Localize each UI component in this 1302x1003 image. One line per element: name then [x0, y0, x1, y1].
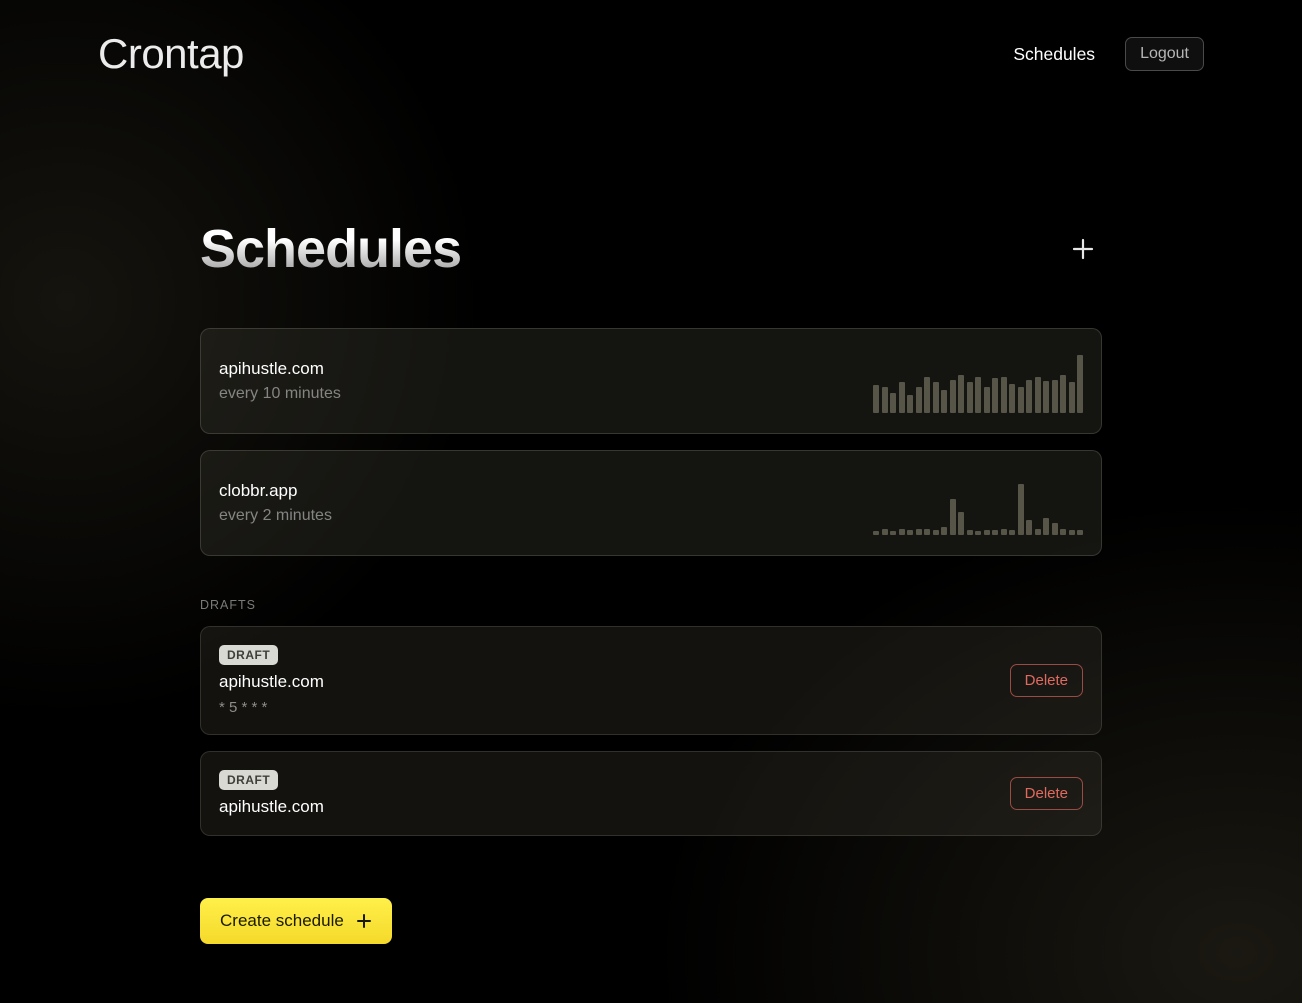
- schedule-card[interactable]: apihustle.com every 10 minutes: [200, 328, 1102, 434]
- spark-bar: [967, 530, 973, 535]
- spark-bar: [924, 529, 930, 535]
- spark-bar: [1069, 382, 1075, 413]
- spark-bar: [899, 382, 905, 413]
- schedule-frequency: every 10 minutes: [219, 385, 341, 403]
- schedule-info: clobbr.app every 2 minutes: [219, 481, 332, 525]
- spark-bar: [1052, 523, 1058, 535]
- spark-bar: [907, 395, 913, 413]
- spark-bar: [975, 377, 981, 413]
- spark-bar: [950, 499, 956, 535]
- spark-bar: [984, 530, 990, 535]
- drafts-section-label: DRAFTS: [200, 598, 1102, 612]
- spark-bar: [1026, 380, 1032, 413]
- spark-bar: [1035, 377, 1041, 413]
- nav: Schedules Logout: [1013, 37, 1204, 71]
- logout-button[interactable]: Logout: [1125, 37, 1204, 71]
- spark-bar: [890, 393, 896, 413]
- activity-sparkline: [873, 471, 1083, 535]
- main: Schedules apihustle.com every 10 minutes c…: [0, 78, 1302, 944]
- page-title: Schedules: [200, 218, 461, 280]
- draft-card[interactable]: DRAFT apihustle.com Delete: [200, 751, 1102, 836]
- spark-bar: [1009, 384, 1015, 413]
- header: Crontap Schedules Logout: [0, 0, 1302, 78]
- draft-badge: DRAFT: [219, 770, 278, 790]
- draft-name: apihustle.com: [219, 797, 324, 817]
- spark-bar: [941, 527, 947, 535]
- spark-bar: [958, 512, 964, 535]
- add-schedule-button[interactable]: [1064, 230, 1102, 268]
- spark-bar: [933, 530, 939, 535]
- delete-draft-button[interactable]: Delete: [1010, 777, 1083, 810]
- activity-sparkline: [873, 349, 1083, 413]
- spark-bar: [1060, 375, 1066, 413]
- spark-bar: [967, 382, 973, 413]
- delete-draft-button[interactable]: Delete: [1010, 664, 1083, 697]
- spark-bar: [907, 530, 913, 535]
- spark-bar: [1018, 484, 1024, 535]
- spark-bar: [1018, 387, 1024, 413]
- spark-bar: [924, 377, 930, 413]
- spark-bar: [992, 530, 998, 535]
- draft-badge: DRAFT: [219, 645, 278, 665]
- drafts-list: DRAFT apihustle.com * 5 * * * Delete DRAFT ap…: [200, 626, 1102, 836]
- spark-bar: [1001, 529, 1007, 535]
- spark-bar: [1001, 377, 1007, 413]
- spark-bar: [899, 529, 905, 535]
- schedules-list: apihustle.com every 10 minutes clobbr.app e…: [200, 328, 1102, 556]
- spark-bar: [1026, 520, 1032, 535]
- spark-bar: [975, 531, 981, 535]
- spark-bar: [1077, 530, 1083, 535]
- draft-name: apihustle.com: [219, 672, 324, 692]
- create-schedule-label: Create schedule: [220, 911, 344, 931]
- spark-bar: [890, 531, 896, 535]
- create-schedule-button[interactable]: Create schedule: [200, 898, 392, 944]
- spark-bar: [1043, 518, 1049, 535]
- spark-bar: [1060, 529, 1066, 535]
- spark-bar: [933, 382, 939, 413]
- spark-bar: [984, 387, 990, 413]
- schedule-card[interactable]: clobbr.app every 2 minutes: [200, 450, 1102, 556]
- spark-bar: [992, 378, 998, 413]
- schedule-info: apihustle.com every 10 minutes: [219, 359, 341, 403]
- schedule-name: clobbr.app: [219, 481, 332, 501]
- nav-schedules-link[interactable]: Schedules: [1013, 44, 1095, 65]
- spark-bar: [1052, 380, 1058, 413]
- draft-info: DRAFT apihustle.com: [219, 770, 324, 817]
- spark-bar: [958, 375, 964, 413]
- spark-bar: [1035, 529, 1041, 535]
- plus-icon: [1072, 238, 1094, 260]
- spark-bar: [941, 390, 947, 413]
- spark-bar: [916, 387, 922, 413]
- spark-bar: [1009, 530, 1015, 535]
- app-logo[interactable]: Crontap: [98, 30, 244, 78]
- draft-cron: * 5 * * *: [219, 699, 267, 716]
- spark-bar: [916, 529, 922, 535]
- spark-bar: [1043, 381, 1049, 413]
- schedule-frequency: every 2 minutes: [219, 507, 332, 525]
- title-row: Schedules: [200, 218, 1102, 280]
- spark-bar: [882, 387, 888, 413]
- spark-bar: [873, 385, 879, 413]
- plus-icon: [356, 913, 372, 929]
- schedule-name: apihustle.com: [219, 359, 341, 379]
- draft-card[interactable]: DRAFT apihustle.com * 5 * * * Delete: [200, 626, 1102, 735]
- draft-info: DRAFT apihustle.com * 5 * * *: [219, 645, 324, 716]
- spark-bar: [950, 380, 956, 413]
- spark-bar: [1077, 355, 1083, 413]
- spark-bar: [882, 529, 888, 535]
- spark-bar: [873, 531, 879, 535]
- spark-bar: [1069, 530, 1075, 535]
